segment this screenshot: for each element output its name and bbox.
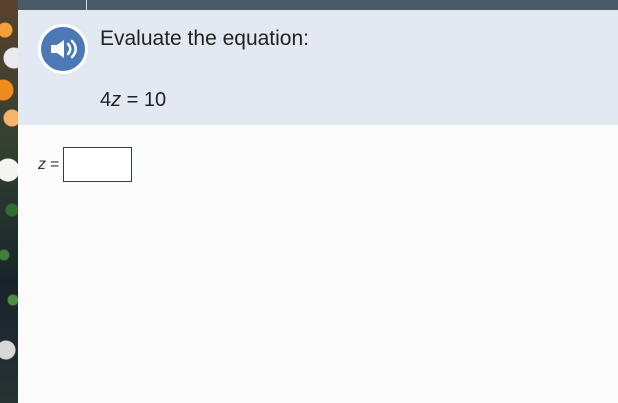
answer-variable: z: [38, 155, 46, 173]
equation-screen: Evaluate the equation: 4z = 10 z =: [0, 0, 618, 403]
top-bar-divider: [86, 0, 87, 10]
question-panel: Evaluate the equation: 4z = 10: [18, 10, 618, 125]
equation-variable: z: [111, 89, 122, 111]
question-prompt: Evaluate the equation:: [100, 27, 309, 50]
side-photo: [0, 0, 18, 403]
equation: 4z = 10: [100, 88, 166, 112]
answer-equals: =: [50, 155, 60, 173]
top-bar: [18, 0, 618, 10]
answer-row: z =: [38, 147, 133, 182]
equation-coefficient: 4: [100, 89, 112, 111]
audio-button[interactable]: [38, 24, 88, 74]
answer-label: z =: [38, 156, 59, 174]
speaker-icon: [51, 39, 77, 59]
equation-rest: = 10: [121, 89, 167, 111]
answer-input[interactable]: [63, 147, 133, 182]
